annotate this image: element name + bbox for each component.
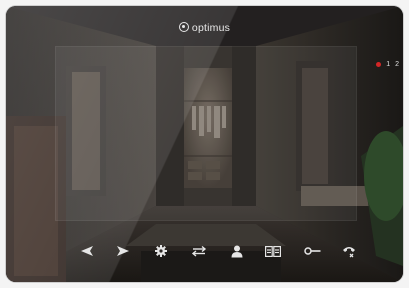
next-button[interactable] xyxy=(112,240,134,262)
channel-2[interactable]: 2 xyxy=(395,61,399,68)
toolbar xyxy=(76,240,366,262)
call-button[interactable] xyxy=(338,240,360,262)
gallery-button[interactable] xyxy=(262,240,284,262)
brand-logo: optimus xyxy=(6,22,403,34)
switch-button[interactable] xyxy=(188,240,210,262)
person-icon xyxy=(231,245,243,257)
door-open-button[interactable] xyxy=(301,240,323,262)
settings-button[interactable] xyxy=(150,240,172,262)
intercom-screen: optimus 1 2 xyxy=(6,6,403,282)
phone-icon xyxy=(343,247,355,258)
triangle-right-icon xyxy=(117,246,129,256)
channel-indicator: 1 2 xyxy=(376,61,399,68)
key-icon xyxy=(303,247,320,255)
swap-arrows-icon xyxy=(191,245,207,257)
video-frame xyxy=(55,46,357,221)
gear-icon xyxy=(155,245,167,257)
prev-button[interactable] xyxy=(76,240,98,262)
user-button[interactable] xyxy=(226,240,248,262)
optimus-logo-icon xyxy=(178,22,189,32)
brand-name: optimus xyxy=(191,22,231,34)
triangle-left-icon xyxy=(81,246,93,256)
channel-1[interactable]: 1 xyxy=(386,61,390,68)
book-icon xyxy=(265,245,281,257)
recording-dot-icon xyxy=(376,62,382,67)
